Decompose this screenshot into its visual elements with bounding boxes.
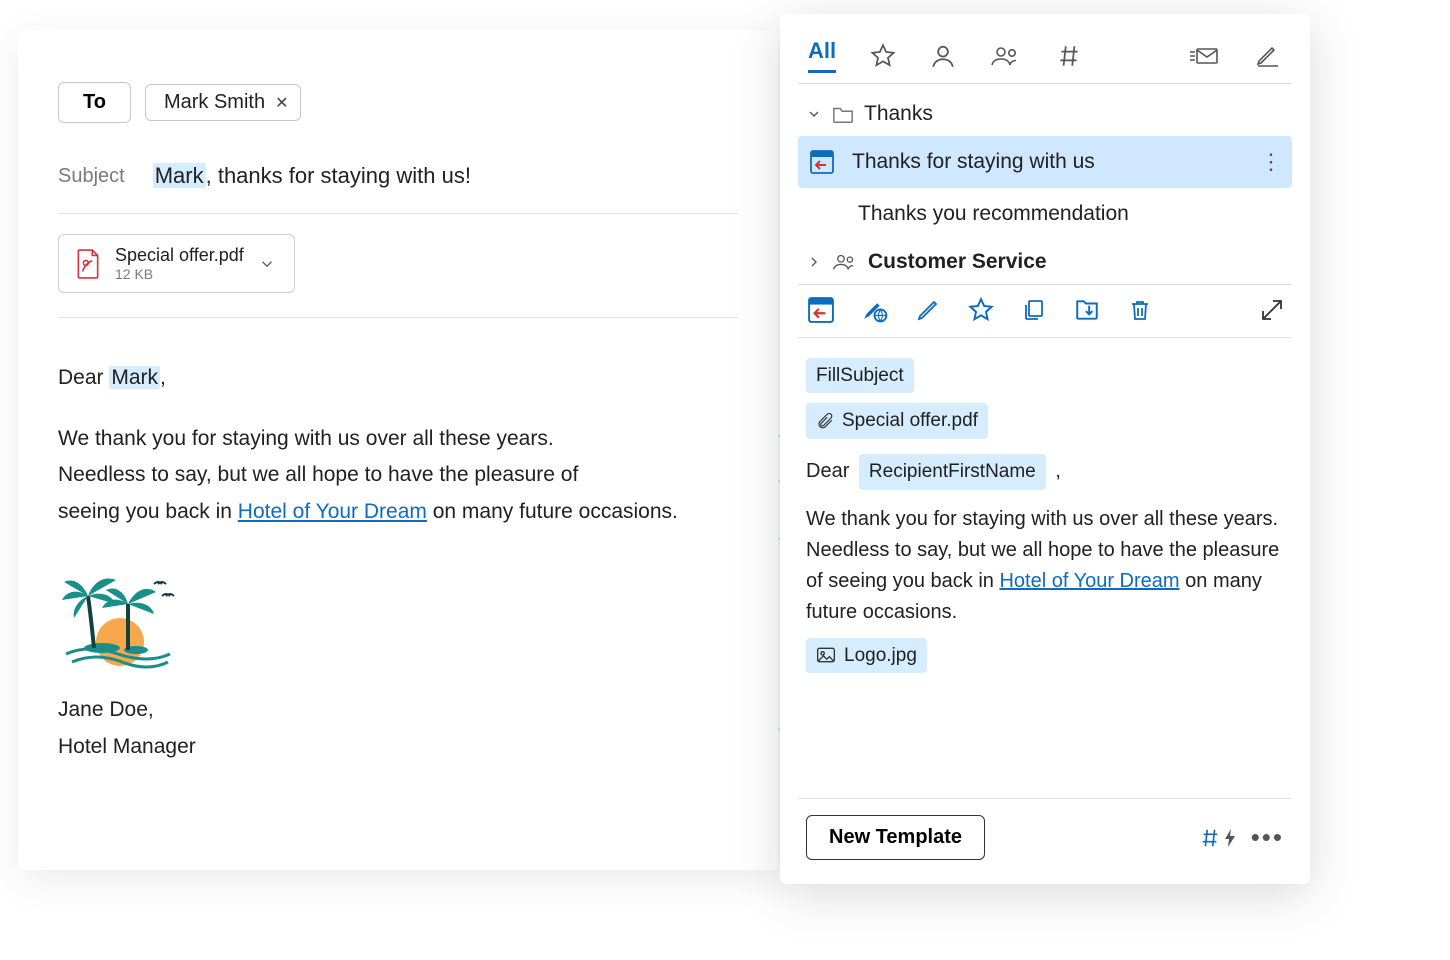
shortcuts-button[interactable] [1199,827,1237,849]
attachment-chip[interactable]: Special offer.pdf 12 KB [58,234,295,293]
folder-customer-service-label: Customer Service [868,250,1047,274]
to-row: To Mark Smith ✕ [58,82,738,123]
greeting-prefix: Dear [58,366,109,389]
preview-greeting: Dear RecipientFirstName , [806,454,1284,489]
folder-thanks-label: Thanks [864,102,933,126]
templates-panel: All Thanks Thanks for staying [780,14,1310,884]
subject-input[interactable]: Mark, thanks for staying with us! [153,163,471,189]
more-button[interactable]: ••• [1251,822,1284,853]
tab-person[interactable] [930,43,956,69]
insert-button[interactable] [808,297,834,323]
greeting-name: Mark [109,366,160,389]
hotel-link[interactable]: Hotel of Your Dream [238,500,427,523]
folder-thanks[interactable]: Thanks [798,84,1292,136]
people-icon [990,43,1022,69]
tab-send[interactable] [1188,43,1220,69]
tab-favorites[interactable] [870,43,896,69]
panel-footer: New Template ••• [798,798,1292,864]
template-item-selected[interactable]: Thanks for staying with us ⋮ [798,136,1292,188]
paperclip-icon [816,412,834,430]
attachment-meta: Special offer.pdf 12 KB [115,245,244,282]
greeting-suffix: , [160,366,166,389]
to-button[interactable]: To [58,82,131,123]
tab-hash[interactable] [1056,43,1082,69]
new-template-button[interactable]: New Template [806,815,985,860]
fillsubject-tag: FillSubject [806,358,914,393]
send-mail-icon [1188,43,1220,69]
edit-html-button[interactable] [862,297,888,323]
attachment-size: 12 KB [115,266,244,282]
insert-template-icon [810,150,834,174]
body-3b: on many future occasions. [427,500,678,523]
template-2-label: Thanks you recommendation [858,202,1129,226]
logo-tag: Logo.jpg [806,638,927,673]
preview-comma: , [1055,460,1061,482]
preview-dear: Dear [806,460,849,482]
chevron-down-icon [806,106,822,122]
preview-body: We thank you for staying with us over al… [806,504,1284,628]
import-button[interactable] [1074,297,1100,323]
edit-pencil-icon [1254,43,1282,69]
star-icon [870,43,896,69]
signature-title: Hotel Manager [58,731,738,764]
attachment-tag-label: Special offer.pdf [842,406,978,435]
chevron-down-icon[interactable] [258,255,276,273]
hash-icon [1199,827,1221,849]
body-line-2: Needless to say, but we all hope to have… [58,459,738,492]
subject-row: Subject Mark, thanks for staying with us… [58,163,738,214]
person-icon [930,43,956,69]
recipient-chip[interactable]: Mark Smith ✕ [145,84,302,121]
template-preview: FillSubject Special offer.pdf Dear Recip… [798,338,1292,798]
subject-rest: , thanks for staying with us! [206,163,471,188]
tab-all[interactable]: All [808,38,836,73]
folder-customer-service[interactable]: Customer Service [798,240,1292,284]
compose-pane: To Mark Smith ✕ Subject Mark, thanks for… [18,30,778,870]
signature-name: Jane Doe, [58,694,738,727]
pdf-icon [75,249,101,279]
folder-icon [832,104,854,124]
copy-button[interactable] [1022,298,1046,322]
body-line-1: We thank you for staying with us over al… [58,423,738,456]
recipient-name: Mark Smith [164,91,265,114]
attachment-row: Special offer.pdf 12 KB [58,234,738,318]
greeting-line: Dear Mark, [58,362,738,395]
template-selected-label: Thanks for staying with us [852,150,1095,174]
hash-icon [1056,43,1082,69]
logo-image [58,570,738,670]
filter-tabs: All [798,34,1292,84]
image-icon [816,646,836,664]
attachment-tag: Special offer.pdf [806,403,988,438]
tab-team[interactable] [990,43,1022,69]
bolt-icon [1223,828,1237,848]
template-item-2[interactable]: Thanks you recommendation [798,188,1292,240]
tab-edit[interactable] [1254,43,1282,69]
preview-hotel-link[interactable]: Hotel of Your Dream [999,570,1179,592]
subject-label: Subject [58,165,125,188]
template-more-icon[interactable]: ⋮ [1260,158,1282,167]
chevron-right-icon [806,254,822,270]
people-icon [832,251,858,273]
delete-button[interactable] [1128,298,1152,322]
favorite-button[interactable] [968,297,994,323]
remove-recipient-icon[interactable]: ✕ [275,93,288,113]
body-3a: seeing you back in [58,500,238,523]
expand-button[interactable] [1260,298,1284,322]
email-body[interactable]: Dear Mark, We thank you for staying with… [58,362,738,763]
logo-tag-label: Logo.jpg [844,641,917,670]
subject-highlight: Mark [153,163,206,188]
template-toolbar [798,284,1292,338]
attachment-name: Special offer.pdf [115,245,244,266]
edit-button[interactable] [916,298,940,322]
body-line-3: seeing you back in Hotel of Your Dream o… [58,496,738,529]
recipient-token-tag: RecipientFirstName [859,454,1046,489]
